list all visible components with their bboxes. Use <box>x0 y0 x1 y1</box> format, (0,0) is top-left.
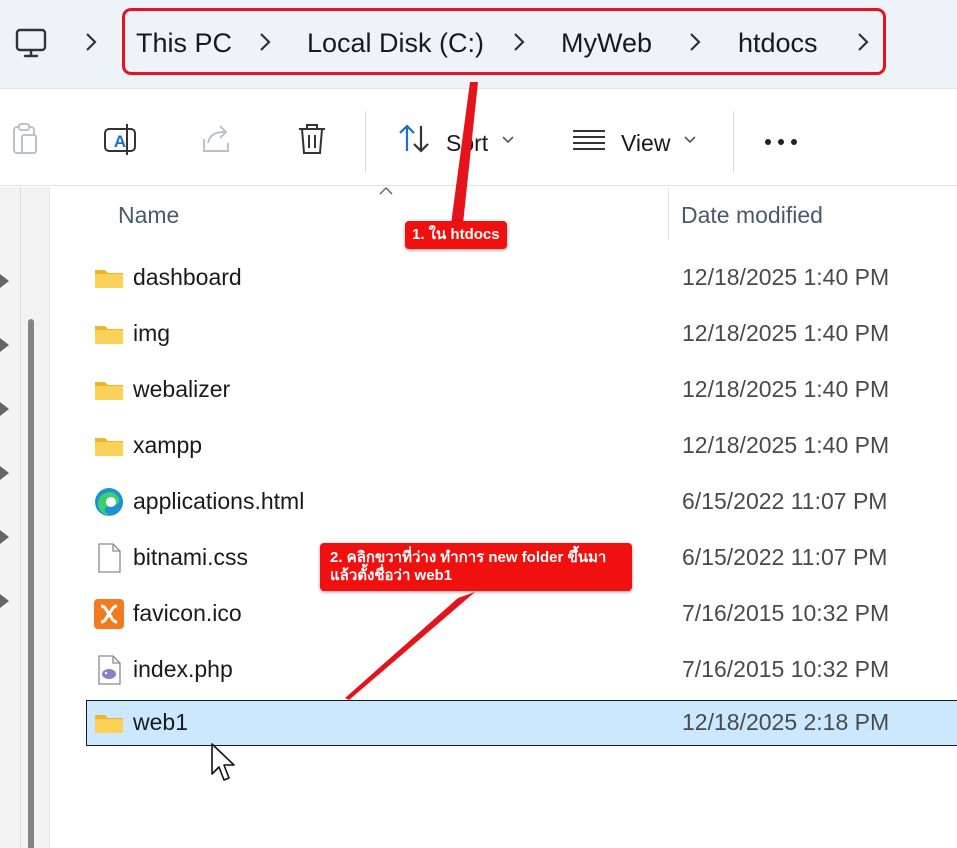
sort-button[interactable]: Sort <box>446 129 488 157</box>
blank-file-icon <box>98 543 121 573</box>
chevron-right-icon[interactable] <box>84 31 98 53</box>
annotation-callout-2-line-1: 2. คลิกขวาที่ว่าง ทำการ new folder ขึ้นม… <box>330 549 607 566</box>
navigation-pane <box>0 187 50 848</box>
expand-arrow-icon[interactable] <box>0 338 10 352</box>
file-date: 7/16/2015 10:32 PM <box>682 656 890 682</box>
delete-icon[interactable] <box>294 121 330 157</box>
highlight-box <box>122 8 886 75</box>
column-header-name[interactable]: Name <box>118 200 179 230</box>
expand-arrow-icon[interactable] <box>0 274 10 288</box>
sort-icon[interactable] <box>396 121 432 157</box>
file-row-web1[interactable]: web1 12/18/2025 2:18 PM <box>86 700 957 746</box>
file-row-img[interactable]: img 12/18/2025 1:40 PM <box>86 311 957 357</box>
folder-icon <box>95 382 123 400</box>
expand-arrow-icon[interactable] <box>0 530 10 544</box>
file-row-webalizer[interactable]: webalizer 12/18/2025 1:40 PM <box>86 367 957 413</box>
folder-icon <box>95 438 123 456</box>
file-name: applications.html <box>133 488 305 514</box>
view-icon[interactable] <box>571 121 607 157</box>
annotation-callout-1: 1. ใน htdocs <box>405 221 507 249</box>
file-date: 12/18/2025 1:40 PM <box>682 320 890 346</box>
address-bar: This PC Local Disk (C:) MyWeb htdocs <box>0 0 957 88</box>
file-date: 12/18/2025 1:40 PM <box>682 264 890 290</box>
more-options-icon[interactable] <box>764 138 798 146</box>
mouse-cursor-icon <box>211 743 235 781</box>
file-name: favicon.ico <box>133 600 242 626</box>
file-date: 6/15/2022 11:07 PM <box>682 544 888 570</box>
folder-icon <box>95 715 123 733</box>
view-button[interactable]: View <box>621 129 670 157</box>
folder-icon <box>95 326 123 344</box>
paste-icon[interactable] <box>6 121 42 157</box>
xampp-ico-icon <box>94 599 124 629</box>
toolbar-separator <box>365 111 366 173</box>
edge-html-icon <box>95 488 123 516</box>
php-file-icon <box>98 655 121 685</box>
expand-arrow-icon[interactable] <box>0 594 10 608</box>
nav-scrollbar[interactable] <box>28 319 34 848</box>
chevron-down-icon[interactable] <box>502 136 514 144</box>
file-date: 12/18/2025 1:40 PM <box>682 376 890 402</box>
column-header-date-modified[interactable]: Date modified <box>681 200 823 230</box>
file-row-applications-html[interactable]: applications.html 6/15/2022 11:07 PM <box>86 479 957 525</box>
sort-ascending-icon <box>379 186 393 195</box>
file-row-favicon-ico[interactable]: favicon.ico 7/16/2015 10:32 PM <box>86 591 957 637</box>
file-name: index.php <box>133 656 233 682</box>
file-name: bitnami.css <box>133 544 249 570</box>
annotation-callout-2-line-2: แล้วตั้งชื่อว่า web1 <box>330 567 453 584</box>
toolbar-separator <box>733 111 734 173</box>
file-name: img <box>133 320 171 346</box>
file-date: 6/15/2022 11:07 PM <box>682 488 888 514</box>
file-date: 12/18/2025 2:18 PM <box>682 709 890 735</box>
chevron-down-icon[interactable] <box>684 136 696 144</box>
file-name: xampp <box>133 432 203 458</box>
file-date: 12/18/2025 1:40 PM <box>682 432 890 458</box>
share-icon[interactable] <box>198 121 234 157</box>
svg-text:A: A <box>114 132 126 151</box>
expand-arrow-icon[interactable] <box>0 402 10 416</box>
file-name: web1 <box>133 709 188 735</box>
file-name: dashboard <box>133 264 242 290</box>
annotation-callout-2: 2. คลิกขวาที่ว่าง ทำการ new folder ขึ้นม… <box>320 543 632 591</box>
nav-divider <box>20 187 21 848</box>
file-row-dashboard[interactable]: dashboard 12/18/2025 1:40 PM <box>86 255 957 301</box>
expand-arrow-icon[interactable] <box>0 466 10 480</box>
file-row-xampp[interactable]: xampp 12/18/2025 1:40 PM <box>86 423 957 469</box>
this-pc-icon[interactable] <box>14 26 48 60</box>
folder-icon <box>95 270 123 288</box>
command-bar: A Sort View <box>0 88 957 186</box>
column-divider[interactable] <box>668 188 669 240</box>
rename-icon[interactable]: A <box>102 121 138 157</box>
file-row-index-php[interactable]: index.php 7/16/2015 10:32 PM <box>86 647 957 693</box>
file-name: webalizer <box>133 376 231 402</box>
file-date: 7/16/2015 10:32 PM <box>682 600 890 626</box>
